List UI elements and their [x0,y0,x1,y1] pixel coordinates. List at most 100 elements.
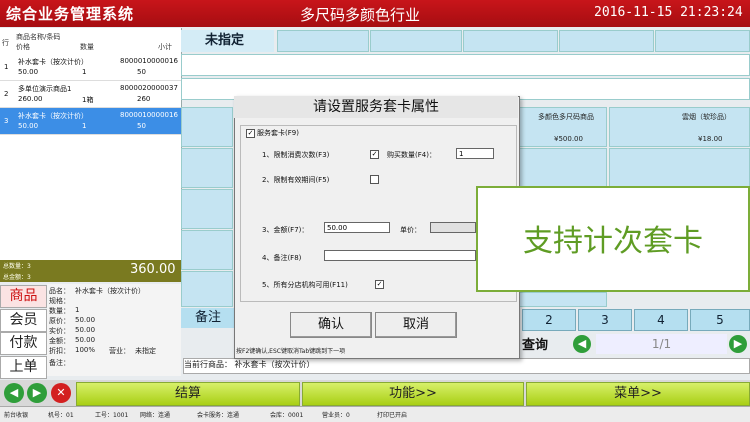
product-tile[interactable] [181,107,233,147]
status-member-service: 会卡服务：连通 [197,412,240,419]
cart-header-subtotal: 小计 [158,43,172,51]
status-print: 打印已开启 [377,412,408,419]
detail-amount-label: 金额： [49,337,70,345]
remark-input[interactable] [324,250,476,261]
page-2-button[interactable]: 2 [522,309,576,331]
cart-row-qty: 1箱 [82,96,94,104]
status-sales: 营业员：0 [322,412,350,419]
detail-qty: 1 [75,306,80,314]
detail-spec-label: 规格： [49,297,70,305]
category-cell[interactable] [463,30,558,52]
detail-actual-label: 实价： [49,327,70,335]
detail-name: 补水套卡（按次计价） [75,287,145,295]
cart-row-subtotal: 260 [137,95,151,103]
service-card-checkbox[interactable]: ✓ [246,129,255,138]
status-machine: 机号：01 [48,412,74,419]
detail-discount-label: 折扣： [49,347,70,355]
cart-row-name: 多单位演示商品1 [18,85,72,93]
back-icon[interactable]: ◀ [4,383,24,403]
all-branches-checkbox[interactable]: ✓ [375,280,384,289]
previous-order-button[interactable]: 上单 [0,356,47,379]
status-bar: 前台收银 机号：01 工号：1001 网络：连通 会卡服务：连通 会库：0001… [0,406,750,422]
product-tile-cigarette[interactable]: 雲烟（软珍品） ¥18.00 [609,107,750,147]
cart-row-code: 8000010000016 [120,111,178,119]
total-qty: 总数量：3 [3,263,31,270]
search-button[interactable]: 查询 [522,334,548,353]
detail-qty-label: 数量： [49,307,70,315]
app-title: 综合业务管理系统 [6,5,135,23]
buy-qty-stepper[interactable]: 1 [456,148,494,159]
dialog-title: 请设置服务套卡属性 [234,96,518,118]
category-cell[interactable] [370,30,462,52]
cart-row[interactable]: 1 补水套卡（按次计价） 8000010000016 50.00 1 50 [0,54,181,81]
current-item-bar: 当前行商品： 补水套卡（按次计价） [183,358,750,374]
page-5-button[interactable]: 5 [690,309,750,331]
detail-orig: 50.00 [75,316,96,324]
cart-row-code: 8000020000037 [120,84,178,92]
category-row[interactable] [181,54,750,76]
product-tile[interactable] [181,271,233,307]
checkout-button[interactable]: 结算 [76,382,300,406]
cart-row-selected[interactable]: 3 补水套卡（按次计价） 8000010000016 50.00 1 50 [0,108,181,135]
cart-row-code: 8000010000016 [120,57,178,65]
page-title: 多尺码多颜色行业 [300,6,421,24]
cart-header-qty: 数量 [80,43,94,51]
status-member-count: 会库：0001 [270,412,304,419]
detail-name-label: 品名： [49,287,70,295]
function-button[interactable]: 功能>> [302,382,524,406]
cart-row[interactable]: 2 多单位演示商品1 8000020000037 260.00 1箱 260 [0,81,181,108]
cart-row-subtotal: 50 [137,122,146,130]
clock: 2016-11-15 21:23:24 [594,5,743,20]
cart-row-qty: 1 [82,68,87,76]
status-network: 网络：连通 [140,412,171,419]
buy-qty-label: 购买数量(F4)： [387,151,436,159]
detail-amount: 50.00 [75,336,96,344]
page-3-button[interactable]: 3 [578,309,632,331]
member-button[interactable]: 会员 [0,309,47,332]
detail-actual: 50.00 [75,326,96,334]
close-icon[interactable]: ✕ [51,383,71,403]
product-tile[interactable] [181,230,233,270]
limit-count-label: 1、限制消费次数(F3) [262,151,330,159]
product-price: ¥500.00 [554,135,583,143]
forward-icon[interactable]: ▶ [27,383,47,403]
cart-header-row: 行 [2,39,9,47]
cart-row-no: 2 [4,90,9,98]
cancel-button[interactable]: 取消 [375,312,457,338]
product-tile[interactable] [519,292,607,307]
product-tile[interactable] [181,148,233,188]
amount-input[interactable]: 50.00 [324,222,390,233]
product-tile-multi[interactable]: 多颜色多尺码商品 ¥500.00 [519,107,607,147]
pager: 1/1 [596,334,727,354]
prev-page-icon[interactable]: ◀ [573,335,591,353]
category-cell[interactable] [277,30,369,52]
detail-orig-label: 原价： [49,317,70,325]
product-price: ¥18.00 [698,135,723,143]
limit-period-checkbox[interactable] [370,175,379,184]
detail-sales: 未指定 [135,347,156,355]
category-cell[interactable] [655,30,750,52]
menu-button[interactable]: 菜单>> [526,382,750,406]
unit-price-input[interactable] [430,222,476,233]
cart-header-price: 价格 [16,43,30,51]
item-detail-panel: 品名： 补水套卡（按次计价） 规格： 数量： 1 原价： 50.00 实价： 5… [47,284,181,376]
category-unassigned[interactable]: 未指定 [181,30,274,52]
next-page-icon[interactable]: ▶ [729,335,747,353]
total-amount: 360.00 [130,262,176,277]
cart-row-subtotal: 50 [137,68,146,76]
product-tile[interactable] [181,189,233,229]
status-worker: 工号：1001 [95,412,129,419]
page-4-button[interactable]: 4 [634,309,688,331]
product-name: 多颜色多尺码商品 [538,113,594,121]
category-cell[interactable] [559,30,654,52]
dialog-hint: 按F2键确认,ESC键取消Tab键跳到下一项 [236,348,346,355]
payment-button[interactable]: 付款 [0,332,47,355]
cart-row-qty: 1 [82,122,87,130]
product-tile[interactable] [609,148,750,188]
detail-remark-label: 备注： [49,359,70,367]
product-tile[interactable] [519,148,607,188]
limit-count-checkbox[interactable]: ✓ [370,150,379,159]
ok-button[interactable]: 确认 [290,312,372,338]
product-button[interactable]: 商品 [0,285,47,308]
group-label: 服务套卡(F9) [257,129,299,137]
